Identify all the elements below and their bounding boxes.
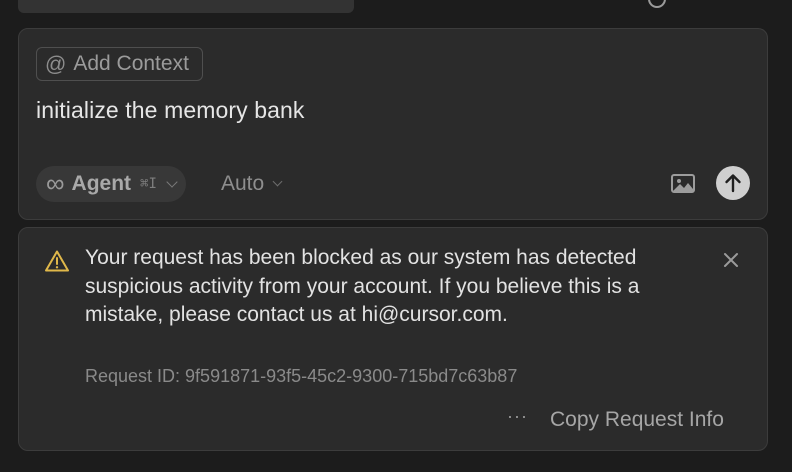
chevron-down-icon bbox=[272, 176, 283, 187]
model-label: Auto bbox=[221, 172, 265, 195]
attach-image-button[interactable] bbox=[669, 171, 699, 197]
warning-icon bbox=[45, 250, 69, 272]
agent-shortcut-hint: ⌘I bbox=[140, 176, 157, 192]
dismiss-error-button[interactable] bbox=[719, 248, 743, 272]
request-id: Request ID: 9f591871-93f5-45c2-9300-715b… bbox=[85, 366, 518, 386]
add-context-button[interactable]: @ Add Context bbox=[36, 47, 203, 81]
arrow-up-icon bbox=[725, 174, 741, 193]
at-icon: @ bbox=[45, 52, 67, 76]
infinity-icon: ∞ bbox=[46, 168, 65, 198]
top-tab-clipped[interactable] bbox=[18, 0, 354, 13]
copy-request-info-button[interactable]: Copy Request Info bbox=[550, 408, 724, 432]
chat-composer: @ Add Context initialize the memory bank… bbox=[18, 28, 768, 220]
prompt-input[interactable]: initialize the memory bank bbox=[36, 97, 305, 124]
error-notification: Your request has been blocked as our sys… bbox=[18, 227, 768, 451]
model-selector[interactable]: Auto bbox=[221, 166, 283, 202]
chevron-down-icon bbox=[166, 175, 178, 188]
image-icon bbox=[671, 174, 695, 193]
error-message: Your request has been blocked as our sys… bbox=[85, 246, 640, 327]
top-circle-icon[interactable] bbox=[648, 0, 666, 8]
more-options-button[interactable]: ··· bbox=[507, 406, 528, 427]
agent-mode-label: Agent bbox=[71, 172, 132, 195]
agent-mode-selector[interactable]: ∞ Agent ⌘I bbox=[36, 166, 186, 202]
close-icon bbox=[724, 253, 738, 267]
add-context-label: Add Context bbox=[73, 52, 189, 75]
send-button[interactable] bbox=[716, 166, 750, 200]
